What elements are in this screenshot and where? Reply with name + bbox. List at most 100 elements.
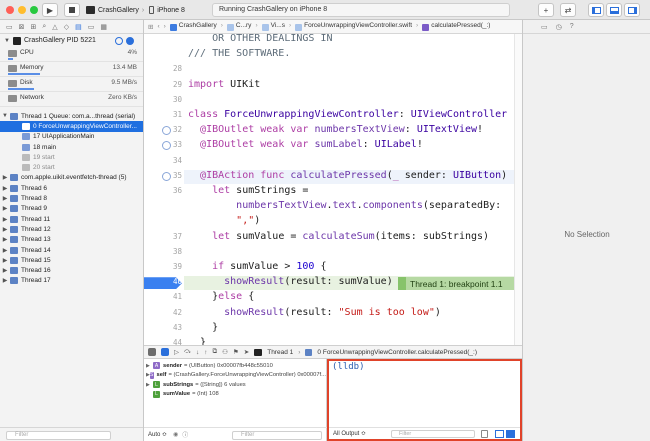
console-filter-input[interactable]: Filter [391,430,475,438]
code-line[interactable]: let sumStrings = [188,185,308,196]
code-line[interactable]: class ForceUnwrappingViewController: UIV… [188,109,519,120]
variable-row[interactable]: LsumValue = (Int) 108 [144,390,326,400]
source-control-icon[interactable]: ⊠ [19,23,25,31]
disclosure-closed-icon[interactable]: ▶ [0,267,10,274]
zoom-window-button[interactable] [30,6,38,14]
process-row[interactable]: ▼ CrashGallery PID 5221 [0,34,143,47]
jump-bar-item[interactable]: CrashGallery [179,22,217,31]
thread-row[interactable]: ▼ Thread 1 Queue: com.a...thread (serial) [0,111,143,121]
debug-navigator-icon[interactable]: ▤ [75,23,82,31]
test-icon[interactable]: ◇ [64,23,69,31]
outlet-connection-icon[interactable] [162,171,171,181]
show-console-icon[interactable] [506,430,515,438]
disclosure-closed-icon[interactable]: ▶ [0,195,10,202]
code-line[interactable]: @IBOutlet weak var numbersTextView: UITe… [188,124,483,135]
step-into-icon[interactable]: ↓ [196,349,199,356]
thread-row[interactable]: ▶ Thread 12 [0,224,143,234]
code-line[interactable]: if sumValue > 100 { [188,261,326,272]
gauge-disk[interactable]: Disk 9.5 MB/s [0,77,143,92]
continue-icon[interactable]: ▷ [174,348,179,356]
close-window-button[interactable] [6,6,14,14]
stack-frame-row[interactable]: 0 ForceUnwrappingViewController... [0,121,143,132]
lldb-prompt[interactable]: (lldb) [332,362,365,372]
thread-row[interactable]: ▶ Thread 13 [0,235,143,245]
variable-row[interactable]: ▶ LsubStrings = ([String]) 6 values [144,380,326,390]
step-over-icon[interactable]: ⤼ [184,348,191,356]
location-icon[interactable]: ➤ [244,348,249,356]
console[interactable]: (lldb) All Output ≎ Filter [327,359,522,441]
scope-selector[interactable]: Auto ≎ [148,431,167,438]
report-icon[interactable]: ▦ [100,23,107,31]
issue-icon[interactable]: △ [52,23,57,31]
history-icon[interactable]: ◷ [556,23,562,31]
quick-help-icon[interactable]: ? [570,23,574,30]
disclosure-closed-icon[interactable]: ▶ [0,236,10,243]
scheme-selector[interactable]: CrashGallery › iPhone 8 [86,3,208,17]
thread-row[interactable]: ▶ Thread 15 [0,255,143,265]
gauge-cpu[interactable]: CPU 4% [0,47,143,62]
gauge-toggle-icon[interactable] [115,36,123,45]
thread-row[interactable]: ▶ Thread 8 [0,193,143,203]
forward-arrow-icon[interactable]: › [164,23,166,30]
thread-row[interactable]: ▶ Thread 17 [0,276,143,286]
code-line[interactable]: } [188,337,206,345]
gauge-memory[interactable]: Memory 13.4 MB [0,62,143,77]
jump-bar-item[interactable]: ForceUnwrappingViewController.swift [304,22,412,31]
source-editor[interactable]: OR OTHER DEALINGS IN /// THE SOFTWARE. 28 2… [144,34,522,345]
disclosure-open-icon[interactable]: ▼ [4,38,10,44]
disclosure-open-icon[interactable]: ▼ [0,113,10,119]
thread-row[interactable]: ▶ Thread 14 [0,245,143,255]
step-out-icon[interactable]: ↑ [204,349,207,356]
code-line[interactable]: let sumValue = calculateSum(items: subSt… [188,231,489,242]
disclosure-closed-icon[interactable]: ▶ [0,277,10,284]
minimize-window-button[interactable] [18,6,26,14]
file-inspector-icon[interactable]: ▭ [541,23,548,31]
variable-row[interactable]: ▶ Sself = (CrashGallery.ForceUnwrappingVie… [144,371,326,381]
related-items-icon[interactable]: ⊞ [148,23,153,31]
thread-row[interactable]: ▶ com.apple.uikit.eventfetch-thread (5) [0,173,143,183]
stack-frame-row[interactable]: 19 start [0,152,143,162]
disclosure-closed-icon[interactable]: ▶ [0,247,10,254]
back-arrow-icon[interactable]: ‹ [157,23,159,30]
library-button[interactable]: + [538,3,554,17]
thread-row[interactable]: ▶ Thread 6 [0,183,143,193]
code-line[interactable]: showResult(result: sumValue) [188,276,393,287]
breakpoint-icon[interactable]: ▭ [88,23,95,31]
find-icon[interactable]: ⌕ [42,23,46,31]
hide-debug-area-icon[interactable] [148,348,156,356]
trash-icon[interactable] [481,430,488,438]
environment-icon[interactable]: ⚑ [233,348,239,356]
disclosure-closed-icon[interactable]: ▶ [146,382,153,388]
breakpoints-toggle-icon[interactable] [161,348,169,356]
code-line[interactable]: OR OTHER DEALINGS IN [188,34,332,44]
code-line[interactable]: showResult(result: "Sum is too low") [188,307,441,318]
variable-row[interactable]: ▶ Asender = (UIButton) 0x00007fb448c55010 [144,361,326,371]
view-hierarchy-icon[interactable]: ⧉ [212,348,217,356]
output-selector[interactable]: All Output ≎ [333,430,366,437]
process-options-icon[interactable] [126,36,134,45]
code-line[interactable]: @IBOutlet weak var sumLabel: UILabel! [188,139,423,150]
stack-frame-row[interactable]: 18 main [0,142,143,152]
folder-icon[interactable]: ▭ [6,23,13,31]
code-line[interactable]: ",") [188,215,260,226]
code-line[interactable]: } [188,322,218,333]
toggle-debug-area-button[interactable] [606,3,622,17]
jump-bar-item[interactable]: Vi...s [271,22,285,31]
jump-bar-item[interactable]: C...ry [236,22,252,31]
eye-icon[interactable]: ◉ [173,431,178,438]
info-icon[interactable]: ⓘ [182,430,188,439]
code-line[interactable]: }else { [188,291,254,302]
memory-graph-icon[interactable]: ⚇ [222,348,228,356]
gauge-network[interactable]: Network Zero KB/s [0,92,143,107]
thread-row[interactable]: ▶ Thread 16 [0,265,143,275]
disclosure-closed-icon[interactable]: ▶ [0,257,10,264]
editor-scrollbar[interactable] [514,34,522,345]
debug-thread[interactable]: Thread 1 [267,349,293,356]
run-button[interactable]: ▶ [42,3,58,17]
symbol-icon[interactable]: ⊞ [31,23,37,31]
debug-frame[interactable]: 0 ForceUnwrappingViewController.calculat… [317,349,477,356]
thread-row[interactable]: ▶ Thread 9 [0,204,143,214]
code-line[interactable]: /// THE SOFTWARE. [188,48,290,59]
jump-bar-item[interactable]: calculatePressed(_:) [431,22,490,31]
disclosure-closed-icon[interactable]: ▶ [146,363,153,369]
